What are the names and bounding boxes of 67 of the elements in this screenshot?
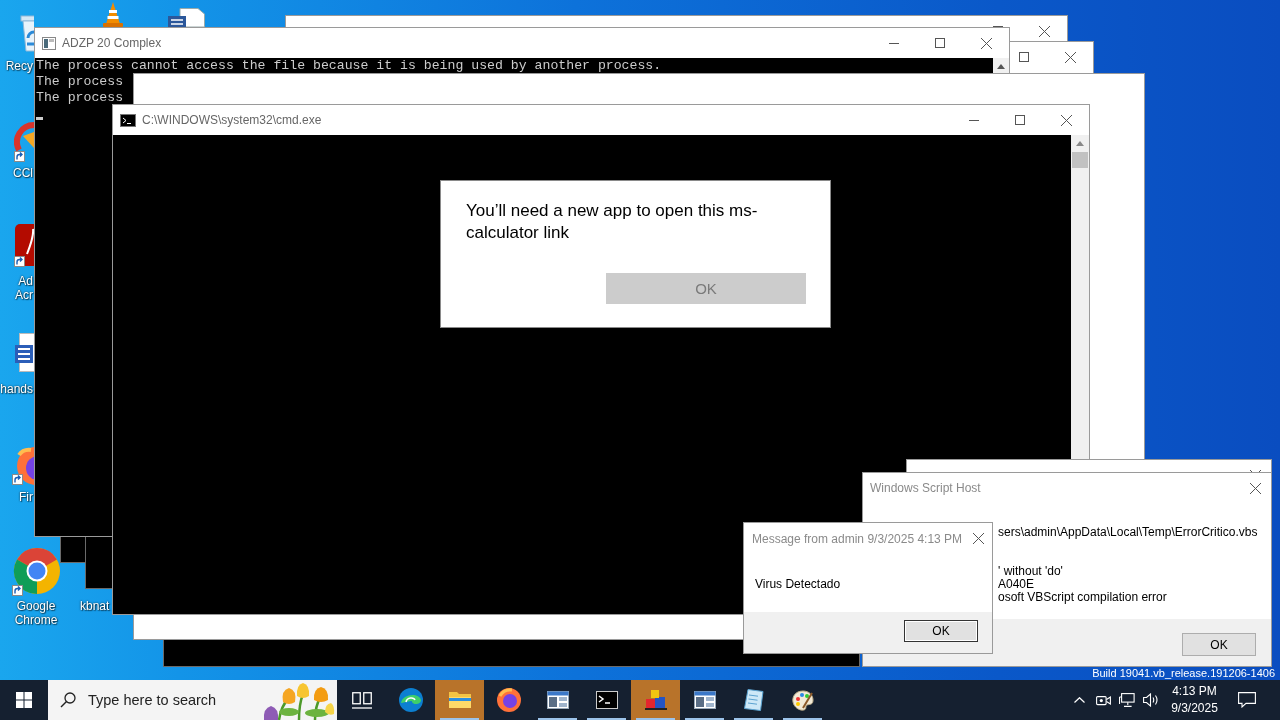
console-line: The process	[36, 74, 124, 90]
folder-icon	[447, 691, 472, 709]
clock-time[interactable]: 4:13 PM	[1172, 683, 1217, 700]
window-title: Message from admin 9/3/2025 4:13 PM	[752, 531, 963, 546]
blocks-icon	[644, 690, 667, 710]
chevron-up-icon[interactable]	[1073, 697, 1085, 703]
network-icon[interactable]	[1119, 693, 1135, 707]
taskbar-button[interactable]	[631, 680, 680, 720]
icon-label[interactable]: Fir	[19, 490, 33, 504]
browser-icon	[496, 688, 521, 712]
message-text: Virus Detectado	[755, 577, 841, 591]
build-info-text: Build 19041.vb_release.191206-1406	[1092, 667, 1275, 679]
icon-label[interactable]: Ad Acr	[15, 274, 33, 302]
close-icon[interactable]	[1038, 25, 1050, 37]
icon-label[interactable]: hands	[0, 382, 33, 396]
close-icon[interactable]	[1064, 51, 1076, 63]
traffic-cone-icon[interactable]	[101, 2, 125, 27]
window-title: ADZP 20 Complex	[62, 36, 162, 50]
console-line: The process	[36, 90, 124, 106]
app-shortcut-icon[interactable]	[14, 224, 34, 269]
maximize-icon[interactable]	[935, 38, 945, 48]
console-line: The process cannot access the file because it is being used by another process.	[36, 58, 662, 74]
console-icon	[120, 113, 136, 127]
icon-label[interactable]: Recy	[5, 59, 33, 73]
search-field[interactable]: Type here to search	[48, 680, 337, 720]
palette-icon	[791, 689, 814, 711]
text-cursor	[36, 117, 43, 120]
close-icon[interactable]	[972, 533, 984, 544]
maximize-icon[interactable]	[1015, 115, 1025, 125]
dialog-message: You’ll need a new app to open this ms-calculator link	[466, 200, 759, 244]
icon-label[interactable]: Google Chrome	[14, 599, 58, 627]
clock-date[interactable]: 9/3/2025	[1171, 700, 1218, 717]
browser-icon	[398, 688, 423, 712]
ok-button[interactable]: OK	[1182, 633, 1256, 656]
error-text: osoft VBScript compilation error	[998, 591, 1167, 604]
search-icon	[60, 692, 76, 708]
page-icon	[743, 689, 764, 711]
app-shortcut-icon[interactable]	[14, 122, 34, 162]
caret-up-icon[interactable]	[997, 64, 1005, 69]
error-text: ' without 'do'	[998, 565, 1063, 578]
minimize-icon[interactable]	[889, 42, 899, 44]
error-text: A040E	[998, 578, 1035, 591]
close-icon[interactable]	[1060, 114, 1072, 126]
app-window-icon	[546, 691, 569, 709]
terminal-icon	[595, 691, 618, 709]
camera-icon[interactable]	[1095, 694, 1111, 706]
app-window-icon	[42, 36, 56, 50]
document-icon[interactable]	[168, 8, 205, 27]
minimize-icon[interactable]	[969, 119, 979, 121]
window-title: Windows Script Host	[870, 481, 981, 495]
ok-button[interactable]: OK	[904, 620, 978, 642]
error-text: sers\admin\AppData\Local\Temp\ErrorCritico.vbs	[998, 526, 1258, 539]
close-icon[interactable]	[980, 37, 992, 49]
notification-icon[interactable]	[1238, 692, 1256, 708]
task-view-icon	[351, 691, 372, 709]
maximize-icon[interactable]	[1019, 52, 1029, 62]
volume-icon[interactable]	[1143, 693, 1159, 707]
browser-shortcut-icon[interactable]	[12, 547, 60, 597]
scrollbar-thumb[interactable]	[1072, 152, 1088, 168]
app-window-icon	[693, 691, 716, 709]
document-shortcut-icon[interactable]	[15, 333, 34, 373]
close-icon[interactable]	[1249, 482, 1261, 494]
window-title: C:\WINDOWS\system32\cmd.exe	[142, 113, 322, 127]
windows-logo-icon	[16, 692, 32, 708]
icon-label[interactable]: CCl	[13, 166, 33, 180]
caret-up-icon[interactable]	[1076, 141, 1084, 146]
icon-label[interactable]: kbnat	[80, 599, 110, 613]
